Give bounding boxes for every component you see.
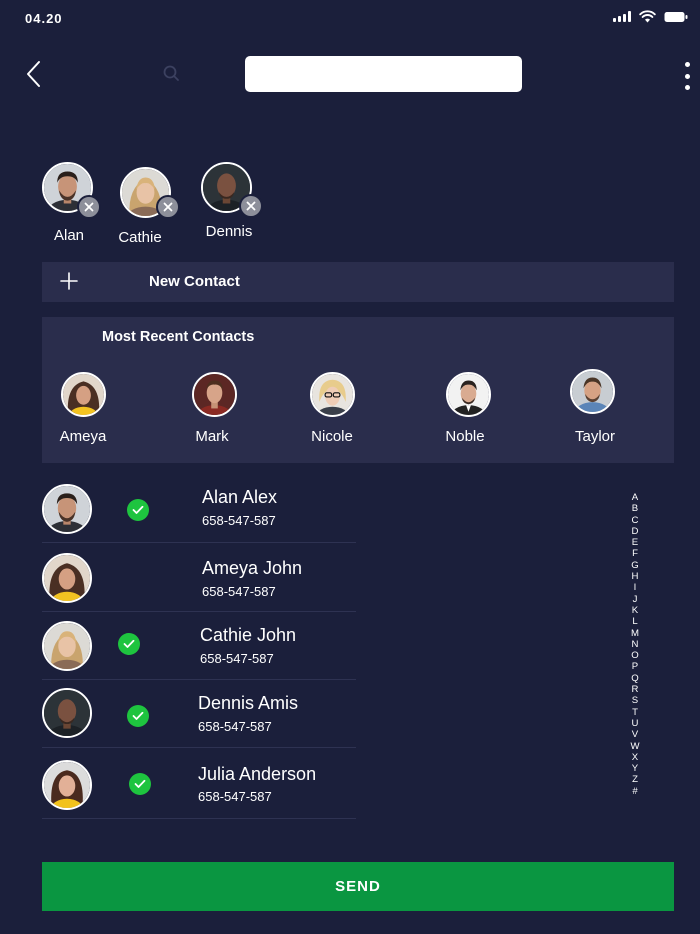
index-letter[interactable]: # [632,786,637,797]
new-contact-label: New Contact [149,273,240,290]
recent-contact-name: Taylor [574,428,615,445]
index-letter[interactable]: K [632,605,638,616]
contact-name: Alan Alex [202,487,278,507]
status-icons [613,10,688,23]
recent-contact-name: Nicole [311,428,353,445]
index-letter[interactable]: B [632,503,638,514]
index-letter[interactable]: U [632,718,639,729]
remove-icon [163,202,173,212]
index-letter[interactable]: F [632,548,638,559]
search-button[interactable] [160,62,182,84]
recent-contact-name: Noble [445,428,485,445]
avatar-photo [44,690,90,736]
remove-alan-button[interactable] [77,195,101,219]
contact-phone: 658-547-587 [200,651,274,666]
avatar-photo [572,371,613,412]
alphabet-index[interactable]: A B C D E F G H I J K L M N O P Q R S T U V W X Y Z # [628,492,642,797]
index-letter[interactable]: A [632,492,638,503]
remove-icon [246,201,256,211]
index-letter[interactable]: S [632,695,638,706]
index-letter[interactable]: T [632,707,638,718]
index-letter[interactable]: C [632,515,639,526]
remove-dennis-button[interactable] [239,194,263,218]
selected-contact-name: Alan [53,227,85,244]
index-letter[interactable]: W [630,741,639,752]
index-letter[interactable]: E [632,537,638,548]
selected-check-icon [127,705,149,727]
chevron-left-icon [27,61,40,87]
avatar-photo [44,486,90,532]
index-letter[interactable]: J [633,594,638,605]
index-letter[interactable]: N [632,639,639,650]
contact-avatar [42,484,92,534]
index-letter[interactable]: M [631,628,639,639]
recent-avatar-noble[interactable] [446,372,491,417]
index-letter[interactable]: O [631,650,638,661]
index-letter[interactable]: X [632,752,638,763]
selected-check-icon [129,773,151,795]
contact-phone: 658-547-587 [198,719,272,734]
index-letter[interactable]: D [632,526,639,537]
contact-avatar [42,621,92,671]
more-dot-icon [684,62,690,67]
back-button[interactable] [18,58,48,90]
recent-contact-name: Mark [195,428,229,445]
remove-cathie-button[interactable] [156,195,180,219]
new-contact-button[interactable] [42,262,674,302]
contact-phone: 658-547-587 [202,513,276,528]
avatar-photo [312,374,353,415]
recent-contact-name: Ameya [59,428,107,445]
avatar-photo [44,555,90,601]
selected-check-icon [127,499,149,521]
avatar-photo [44,623,90,669]
search-icon [163,65,179,81]
contact-avatar [42,760,92,810]
battery-icon [664,11,688,22]
recent-avatar-taylor[interactable] [570,369,615,414]
more-dot-icon [684,73,690,79]
cellular-signal-icon [613,11,631,22]
avatar-photo [44,762,90,808]
avatar-photo [63,374,104,415]
row-divider [42,818,356,819]
status-time: 04.20 [25,11,63,26]
contact-name: Cathie John [200,625,297,645]
contact-avatar [42,553,92,603]
index-letter[interactable]: I [634,582,637,593]
avatar-photo [448,374,489,415]
avatar-photo [194,374,235,415]
search-input[interactable] [245,56,522,92]
contact-phone: 658-547-587 [202,584,276,599]
recent-avatar-mark[interactable] [192,372,237,417]
contacts-picker-screen: 04.20 Alan Cathie Dennis New Contact Mos… [0,0,700,934]
selected-check-icon [118,633,140,655]
send-button[interactable]: SEND [42,862,674,911]
index-letter[interactable]: V [632,729,638,740]
contact-name: Dennis Amis [198,693,299,713]
index-letter[interactable]: Y [632,763,638,774]
recent-avatar-nicole[interactable] [310,372,355,417]
contact-name: Ameya John [202,558,303,578]
plus-icon [60,272,78,290]
remove-icon [84,202,94,212]
more-dot-icon [684,85,690,90]
index-letter[interactable]: R [632,684,639,695]
selected-contact-name: Cathie [118,229,162,246]
index-letter[interactable]: G [631,560,638,571]
index-letter[interactable]: Q [631,673,638,684]
index-letter[interactable]: L [632,616,637,627]
recent-avatar-ameya[interactable] [61,372,106,417]
selected-contact-name: Dennis [205,223,253,240]
wifi-icon [639,10,656,23]
contact-name: Julia Anderson [198,764,317,784]
index-letter[interactable]: H [632,571,639,582]
more-options-button[interactable] [680,62,694,90]
recent-contacts-title: Most Recent Contacts [102,329,255,345]
index-letter[interactable]: P [632,661,638,672]
index-letter[interactable]: Z [632,774,638,785]
contact-avatar [42,688,92,738]
contact-phone: 658-547-587 [198,789,272,804]
